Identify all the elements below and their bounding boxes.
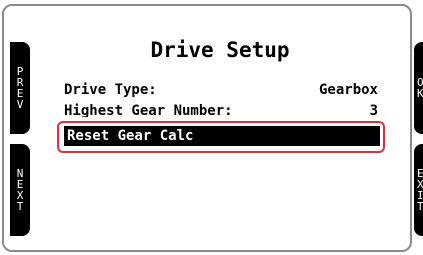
prev-softkey[interactable]: P R E V (10, 42, 30, 134)
drive-type-label: Drive Type: (64, 82, 157, 98)
prev-letter: V (16, 98, 24, 111)
drive-type-value: Gearbox (318, 82, 378, 98)
ok-letter: K (417, 87, 423, 100)
highest-gear-label: Highest Gear Number: (64, 103, 233, 117)
page-title: Drive Setup (150, 38, 290, 62)
highest-gear-row[interactable]: Highest Gear Number: 3 (64, 102, 384, 117)
ok-softkey[interactable]: O K (414, 42, 423, 134)
display-bezel: P R E V N E X T O K E X I T Drive Setup … (0, 4, 423, 255)
selection-highlight-outline (57, 121, 385, 153)
exit-softkey[interactable]: E X I T (414, 144, 423, 236)
drive-type-row[interactable]: Drive Type: Gearbox (64, 81, 384, 99)
highest-gear-value: 3 (369, 103, 378, 117)
next-letter: T (16, 200, 24, 213)
next-softkey[interactable]: N E X T (10, 144, 30, 236)
exit-letter: T (417, 200, 423, 213)
